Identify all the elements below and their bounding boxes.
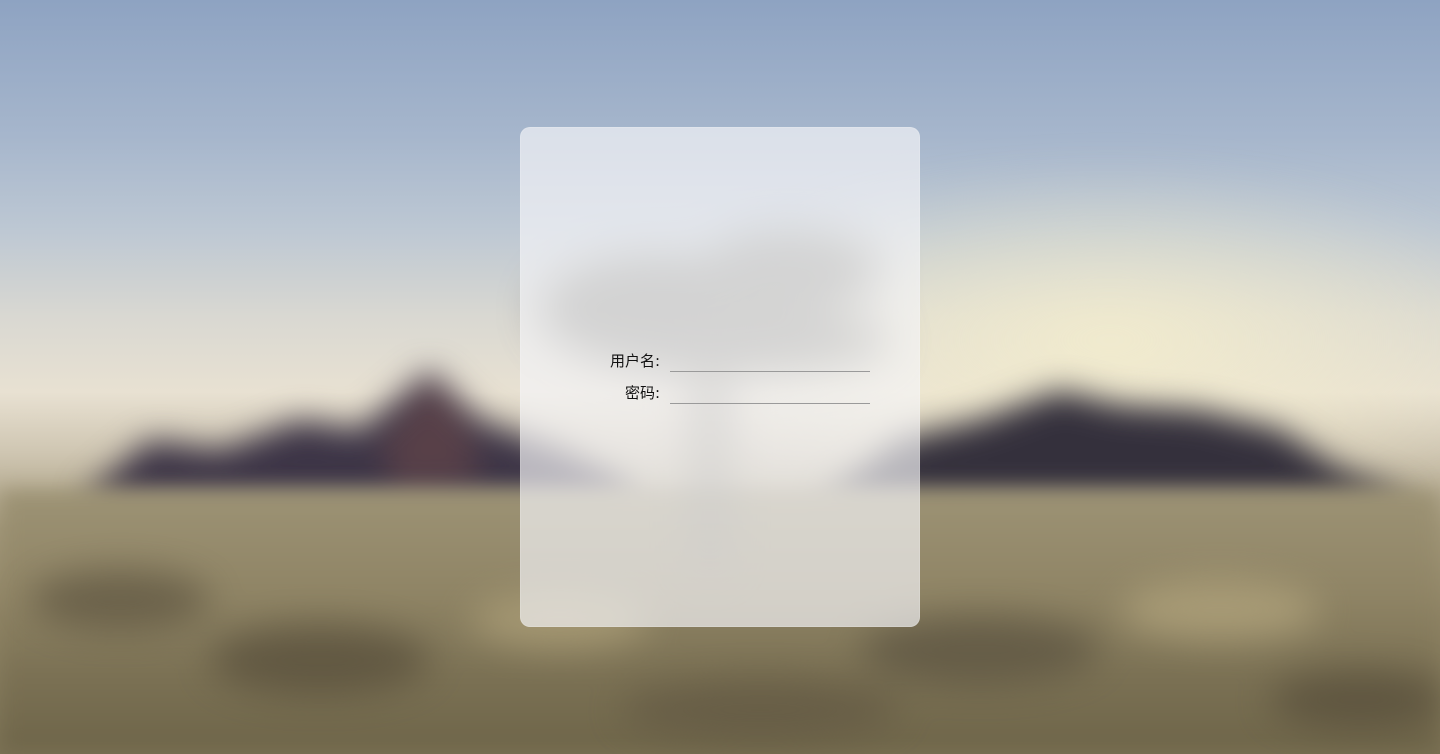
password-label: 密码: xyxy=(624,384,660,402)
login-card: 用户名: 密码: xyxy=(520,127,920,627)
username-label: 用户名: xyxy=(609,352,660,370)
password-row: 密码: xyxy=(520,381,920,405)
username-row: 用户名: xyxy=(520,349,920,373)
password-input[interactable] xyxy=(670,383,870,404)
username-input[interactable] xyxy=(670,351,870,372)
